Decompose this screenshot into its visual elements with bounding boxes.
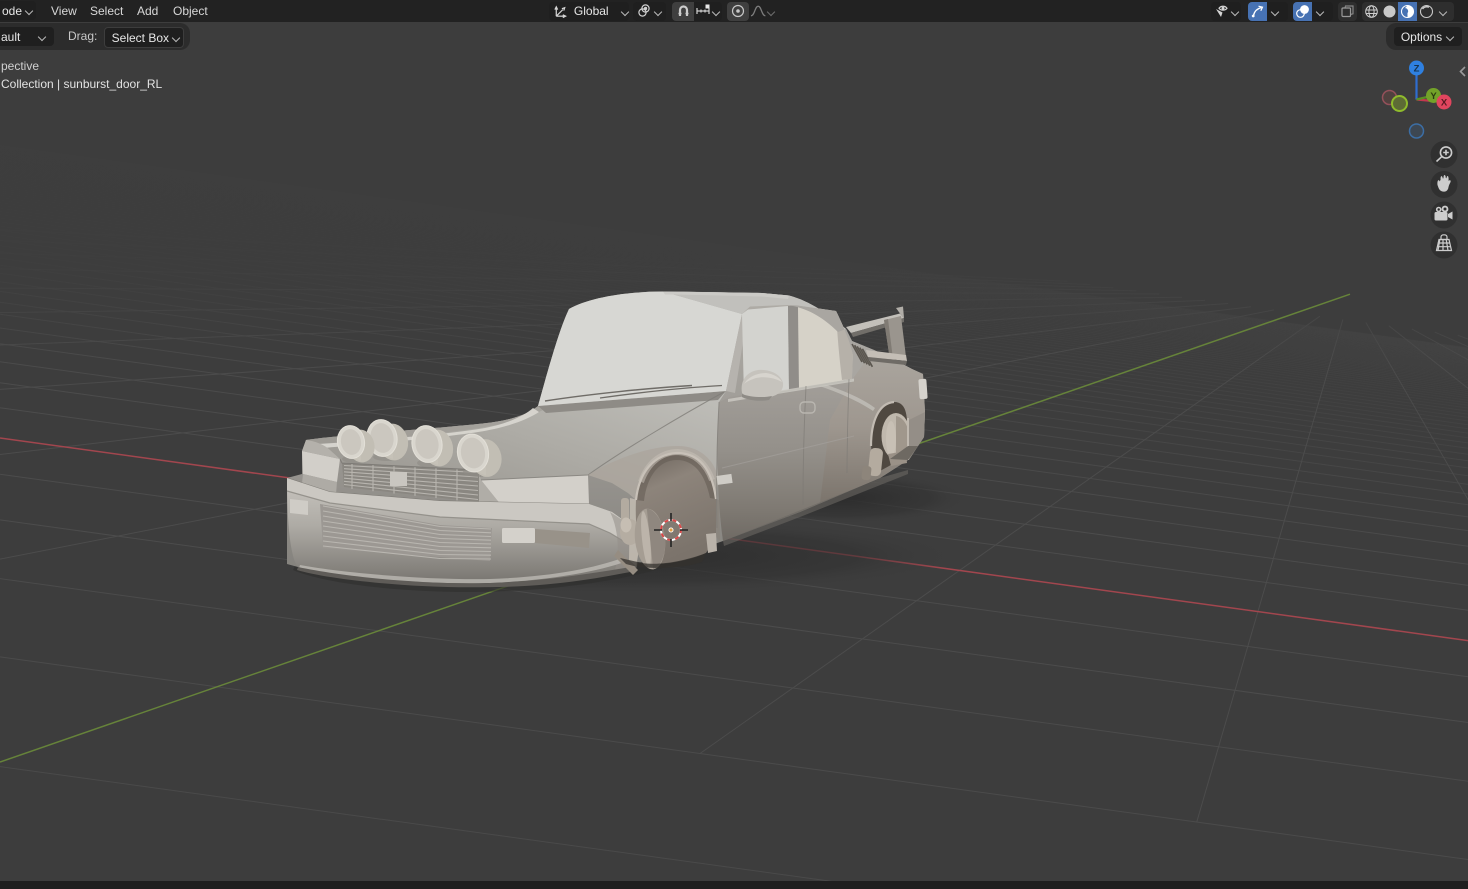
svg-text:X: X — [1441, 98, 1448, 109]
svg-text:Y: Y — [1430, 91, 1437, 102]
svg-text:Z: Z — [1414, 64, 1420, 75]
